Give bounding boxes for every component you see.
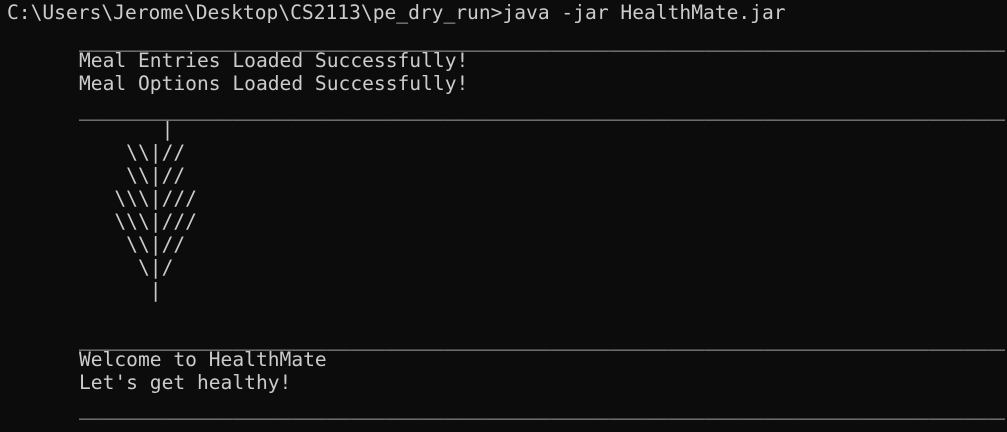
- separator-line: ________________________________________…: [79, 98, 1005, 121]
- meal-entries-loaded-message: Meal Entries Loaded Successfully!: [79, 49, 469, 72]
- logo-art-line: \|/: [79, 256, 174, 279]
- tagline-message: Let's get healthy!: [79, 371, 292, 394]
- welcome-message: Welcome to HealthMate: [79, 348, 327, 371]
- command-prompt-line: C:\Users\Jerome\Desktop\CS2113\pe_dry_ru…: [7, 1, 786, 24]
- logo-art-line: \\\|///: [79, 210, 197, 233]
- logo-art-line: \\|//: [79, 164, 186, 187]
- separator-line: ________________________________________…: [79, 397, 1005, 420]
- logo-art-line: \\\|///: [79, 187, 197, 210]
- logo-art-line: |: [79, 118, 174, 141]
- terminal-window[interactable]: C:\Users\Jerome\Desktop\CS2113\pe_dry_ru…: [0, 0, 1007, 432]
- logo-art-line: \\|//: [79, 141, 186, 164]
- logo-art-line: |: [79, 279, 162, 302]
- meal-options-loaded-message: Meal Options Loaded Successfully!: [79, 72, 469, 95]
- logo-art-line: \\|//: [79, 233, 186, 256]
